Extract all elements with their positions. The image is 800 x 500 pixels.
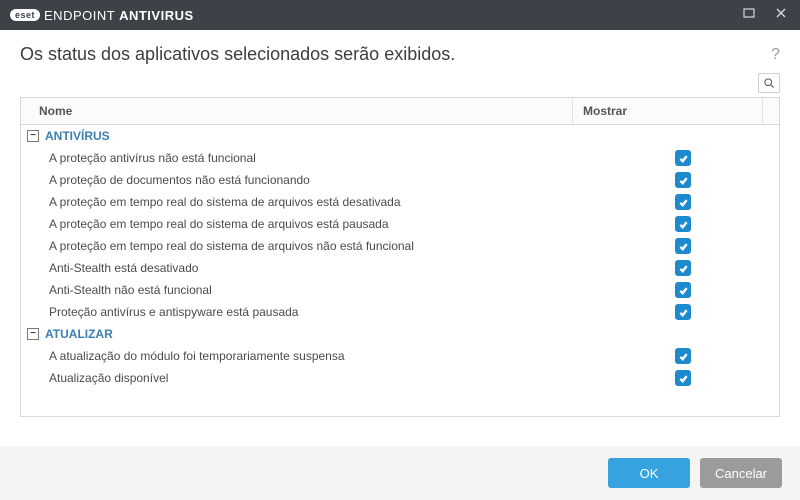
header: Os status dos aplicativos selecionados s… <box>0 30 800 73</box>
col-show[interactable]: Mostrar <box>573 98 763 124</box>
status-table: Nome Mostrar −ANTIVÍRUSA proteção antiví… <box>20 97 780 417</box>
table-row[interactable]: Atualização disponível <box>21 367 779 389</box>
footer: OK Cancelar <box>0 446 800 500</box>
show-checkbox[interactable] <box>675 194 691 210</box>
table-body[interactable]: −ANTIVÍRUSA proteção antivírus não está … <box>21 125 779 416</box>
item-check-cell <box>593 238 773 254</box>
search-bar <box>0 73 800 97</box>
item-label: A atualização do módulo foi temporariame… <box>49 349 593 363</box>
window-controls <box>740 6 790 24</box>
table-row[interactable]: A proteção em tempo real do sistema de a… <box>21 191 779 213</box>
item-label: A proteção em tempo real do sistema de a… <box>49 239 593 253</box>
item-check-cell <box>593 282 773 298</box>
show-checkbox[interactable] <box>675 260 691 276</box>
show-checkbox[interactable] <box>675 348 691 364</box>
item-check-cell <box>593 348 773 364</box>
maximize-icon[interactable] <box>740 6 758 24</box>
item-check-cell <box>593 370 773 386</box>
cancel-button[interactable]: Cancelar <box>700 458 782 488</box>
group-label: ANTIVÍRUS <box>45 129 110 143</box>
col-scroll-spacer <box>763 98 779 124</box>
help-icon[interactable]: ? <box>771 46 780 64</box>
item-label: A proteção em tempo real do sistema de a… <box>49 217 593 231</box>
brand-name-bold: ANTIVIRUS <box>119 8 194 23</box>
collapse-icon[interactable]: − <box>27 328 39 340</box>
table-row[interactable]: A proteção em tempo real do sistema de a… <box>21 235 779 257</box>
table-row[interactable]: Anti-Stealth não está funcional <box>21 279 779 301</box>
item-label: Anti-Stealth está desativado <box>49 261 593 275</box>
item-check-cell <box>593 260 773 276</box>
table-row[interactable]: Anti-Stealth está desativado <box>21 257 779 279</box>
item-check-cell <box>593 216 773 232</box>
search-button[interactable] <box>758 73 780 93</box>
item-check-cell <box>593 172 773 188</box>
table-row[interactable]: Proteção antivírus e antispyware está pa… <box>21 301 779 323</box>
search-icon <box>763 77 775 89</box>
window: eset ENDPOINT ANTIVIRUS Os status dos ap… <box>0 0 800 500</box>
show-checkbox[interactable] <box>675 370 691 386</box>
group-label: ATUALIZAR <box>45 327 113 341</box>
show-checkbox[interactable] <box>675 172 691 188</box>
item-label: A proteção de documentos não está funcio… <box>49 173 593 187</box>
item-label: A proteção em tempo real do sistema de a… <box>49 195 593 209</box>
close-icon[interactable] <box>772 6 790 24</box>
item-label: Proteção antivírus e antispyware está pa… <box>49 305 593 319</box>
table-row[interactable]: A proteção em tempo real do sistema de a… <box>21 213 779 235</box>
show-checkbox[interactable] <box>675 304 691 320</box>
brand-name: ENDPOINT ANTIVIRUS <box>44 8 194 23</box>
titlebar: eset ENDPOINT ANTIVIRUS <box>0 0 800 30</box>
item-label: A proteção antivírus não está funcional <box>49 151 593 165</box>
col-name[interactable]: Nome <box>21 98 573 124</box>
table-row[interactable]: A proteção antivírus não está funcional <box>21 147 779 169</box>
table-row[interactable]: A proteção de documentos não está funcio… <box>21 169 779 191</box>
brand: eset ENDPOINT ANTIVIRUS <box>10 8 194 23</box>
table-row[interactable]: A atualização do módulo foi temporariame… <box>21 345 779 367</box>
item-check-cell <box>593 150 773 166</box>
show-checkbox[interactable] <box>675 216 691 232</box>
collapse-icon[interactable]: − <box>27 130 39 142</box>
group-row[interactable]: −ATUALIZAR <box>21 323 779 345</box>
brand-badge: eset <box>10 9 40 21</box>
table-header: Nome Mostrar <box>21 98 779 125</box>
item-label: Atualização disponível <box>49 371 593 385</box>
ok-button[interactable]: OK <box>608 458 690 488</box>
show-checkbox[interactable] <box>675 238 691 254</box>
show-checkbox[interactable] <box>675 150 691 166</box>
item-check-cell <box>593 304 773 320</box>
page-title: Os status dos aplicativos selecionados s… <box>20 44 455 65</box>
show-checkbox[interactable] <box>675 282 691 298</box>
group-row[interactable]: −ANTIVÍRUS <box>21 125 779 147</box>
brand-name-light: ENDPOINT <box>44 8 119 23</box>
item-label: Anti-Stealth não está funcional <box>49 283 593 297</box>
item-check-cell <box>593 194 773 210</box>
